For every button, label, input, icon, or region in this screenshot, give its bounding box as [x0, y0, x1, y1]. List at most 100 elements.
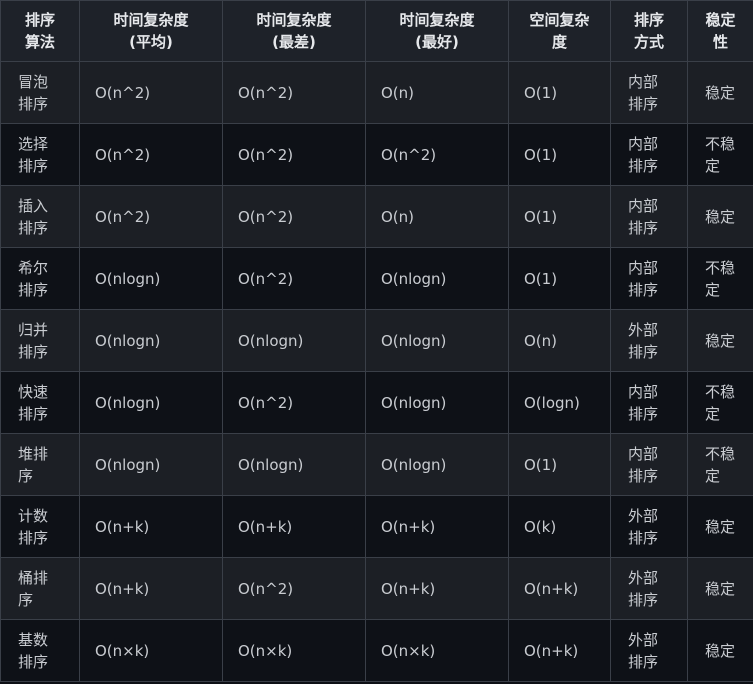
- time-best-cell: O(n+k): [365, 495, 509, 558]
- algorithm-name-cell-line: 选择: [18, 134, 49, 153]
- time-best-cell: O(nlogn): [365, 433, 509, 496]
- header-time-average: 时间复杂度 (平均): [79, 0, 223, 62]
- time-average-cell: O(n+k): [79, 495, 223, 558]
- header-stability: 稳定性: [687, 0, 753, 62]
- algorithm-name-cell-line: 排序: [18, 280, 49, 299]
- sort-mode-cell-line: 内部: [628, 444, 659, 463]
- sort-mode-cell: 外部 排序: [610, 495, 688, 558]
- space-cell: O(n+k): [508, 557, 611, 620]
- algorithm-name-cell-line: 堆排: [18, 444, 49, 463]
- time-average-cell: O(nlogn): [79, 247, 223, 310]
- time-average-cell: O(nlogn): [79, 309, 223, 372]
- algorithm-name-cell: 快速 排序: [0, 371, 80, 434]
- time-average-cell: O(n^2): [79, 61, 223, 124]
- algorithm-name-cell: 基数 排序: [0, 619, 80, 682]
- algorithm-name-cell: 计数 排序: [0, 495, 80, 558]
- sort-mode-cell: 内部 排序: [610, 185, 688, 248]
- space-cell: O(1): [508, 185, 611, 248]
- sort-mode-cell-line: 排序: [628, 466, 659, 485]
- sorting-complexity-table: 排序 算法 时间复杂度 (平均) 时间复杂度 (最差) 时间复杂度 (最好) 空间复杂度排序 方式…: [0, 0, 753, 682]
- sort-mode-cell-line: 外部: [628, 568, 659, 587]
- space-cell: O(1): [508, 61, 611, 124]
- sort-mode-cell: 内部 排序: [610, 247, 688, 310]
- sort-mode-cell-line: 外部: [628, 320, 659, 339]
- space-cell: O(k): [508, 495, 611, 558]
- stability-cell-line: 定: [705, 156, 721, 175]
- algorithm-name-cell: 堆排序: [0, 433, 80, 496]
- header-label-line: 时间复杂度: [113, 11, 189, 29]
- time-worst-cell: O(nlogn): [222, 433, 366, 496]
- sort-mode-cell-line: 排序: [628, 156, 659, 175]
- stability-cell: 稳定: [687, 495, 753, 558]
- sort-mode-cell-line: 排序: [628, 94, 659, 113]
- header-time-worst: 时间复杂度 (最差): [222, 0, 366, 62]
- stability-cell-line: 稳定: [705, 641, 736, 660]
- time-worst-cell: O(n^2): [222, 123, 366, 186]
- algorithm-name-cell: 冒泡 排序: [0, 61, 80, 124]
- time-worst-cell: O(n^2): [222, 185, 366, 248]
- algorithm-name-cell: 希尔 排序: [0, 247, 80, 310]
- header-label-line: 排序: [24, 11, 55, 29]
- time-worst-cell: O(n×k): [222, 619, 366, 682]
- algorithm-name-cell-line: 排序: [18, 94, 49, 113]
- header-label-line: 度: [551, 33, 567, 51]
- time-best-cell: O(nlogn): [365, 309, 509, 372]
- header-label-line: (最好): [415, 33, 459, 51]
- time-average-cell: O(n+k): [79, 557, 223, 620]
- stability-cell-line: 稳定: [705, 207, 736, 226]
- header-sort-mode: 排序 方式: [610, 0, 688, 62]
- algorithm-name-cell-line: 希尔: [18, 258, 49, 277]
- table-row: 快速 排序 O(nlogn) O(n^2) O(nlogn) O(logn) 内部 排序 不稳定: [0, 371, 753, 434]
- stability-cell-line: 稳定: [705, 83, 736, 102]
- time-best-cell: O(n): [365, 61, 509, 124]
- sort-mode-cell: 外部 排序: [610, 619, 688, 682]
- time-worst-cell: O(n^2): [222, 247, 366, 310]
- table-row: 希尔 排序 O(nlogn) O(n^2) O(nlogn) O(1) 内部 排序 不稳定: [0, 247, 753, 310]
- header-label-line: 方式: [633, 33, 664, 51]
- time-average-cell: O(n^2): [79, 123, 223, 186]
- header-label-line: 排序: [633, 11, 664, 29]
- stability-cell-line: 不稳: [705, 382, 736, 401]
- stability-cell: 不稳定: [687, 247, 753, 310]
- sort-mode-cell-line: 排序: [628, 652, 659, 671]
- table-row: 基数 排序 O(n×k) O(n×k) O(n×k) O(n+k) 外部 排序 稳定: [0, 619, 753, 682]
- time-worst-cell: O(n^2): [222, 61, 366, 124]
- algorithm-name-cell-line: 基数: [18, 630, 49, 649]
- header-time-best: 时间复杂度 (最好): [365, 0, 509, 62]
- sort-mode-cell-line: 排序: [628, 404, 659, 423]
- stability-cell: 稳定: [687, 61, 753, 124]
- algorithm-name-cell-line: 排序: [18, 342, 49, 361]
- algorithm-name-cell-line: 插入: [18, 196, 49, 215]
- time-worst-cell: O(n^2): [222, 371, 366, 434]
- table-header: 排序 算法 时间复杂度 (平均) 时间复杂度 (最差) 时间复杂度 (最好) 空间复杂度 排序 方式…: [0, 0, 753, 62]
- algorithm-name-cell-line: 排序: [18, 156, 49, 175]
- table-row: 插入 排序 O(n^2) O(n^2) O(n) O(1) 内部 排序 稳定: [0, 185, 753, 248]
- time-best-cell: O(nlogn): [365, 371, 509, 434]
- stability-cell-line: 定: [705, 404, 721, 423]
- header-label-line: (平均): [129, 33, 173, 51]
- algorithm-name-cell: 插入 排序: [0, 185, 80, 248]
- table-body: 冒泡 排序 O(n^2) O(n^2) O(n) O(1) 内部 排序 稳定 选择 排序 O(n^2)…: [0, 61, 753, 682]
- time-average-cell: O(n×k): [79, 619, 223, 682]
- table-row: 计数 排序 O(n+k) O(n+k) O(n+k) O(k) 外部 排序 稳定: [0, 495, 753, 558]
- algorithm-name-cell-line: 序: [18, 590, 34, 609]
- header-label-line: 时间复杂度: [256, 11, 332, 29]
- time-best-cell: O(n+k): [365, 557, 509, 620]
- sort-mode-cell-line: 排序: [628, 590, 659, 609]
- sort-mode-cell-line: 内部: [628, 196, 659, 215]
- algorithm-name-cell-line: 序: [18, 466, 34, 485]
- header-label-line: (最差): [272, 33, 316, 51]
- stability-cell: 不稳定: [687, 123, 753, 186]
- header-label-line: 性: [712, 33, 728, 51]
- table-row: 冒泡 排序 O(n^2) O(n^2) O(n) O(1) 内部 排序 稳定: [0, 61, 753, 124]
- time-average-cell: O(nlogn): [79, 371, 223, 434]
- header-label-line: 算法: [24, 33, 55, 51]
- header-label-line: 空间复杂: [529, 11, 590, 29]
- stability-cell-line: 定: [705, 280, 721, 299]
- algorithm-name-cell-line: 排序: [18, 218, 49, 237]
- space-cell: O(n): [508, 309, 611, 372]
- algorithm-name-cell: 归并 排序: [0, 309, 80, 372]
- stability-cell: 稳定: [687, 619, 753, 682]
- stability-cell-line: 不稳: [705, 134, 736, 153]
- stability-cell: 不稳定: [687, 433, 753, 496]
